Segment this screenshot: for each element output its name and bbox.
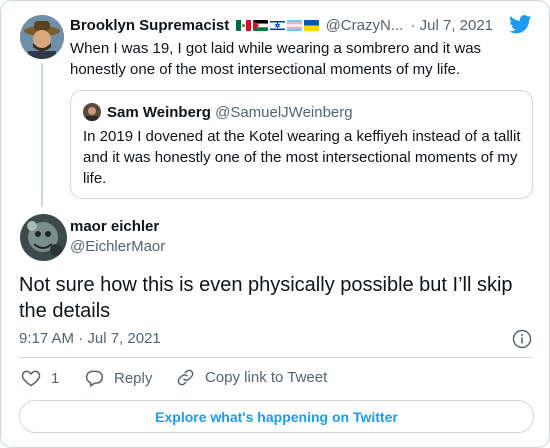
- reply-display-name[interactable]: maor eichler: [70, 218, 159, 235]
- like-action[interactable]: 1: [21, 368, 59, 388]
- transgender-flag-icon: [287, 20, 303, 31]
- thread-line: [41, 63, 43, 207]
- parent-handle[interactable]: @CrazyN...: [326, 17, 404, 34]
- mexico-flag-icon: [236, 20, 252, 31]
- reply-handle[interactable]: @EichlerMaor: [70, 238, 165, 255]
- reply-label: Reply: [114, 369, 153, 387]
- divider: [19, 357, 532, 358]
- link-icon: [177, 369, 194, 386]
- quoted-tweet-text: In 2019 I dovened at the Kotel wearing a…: [83, 128, 521, 187]
- parent-date[interactable]: Jul 7, 2021: [420, 17, 493, 34]
- quoted-header: Sam Weinberg @SamuelJWeinberg: [107, 103, 353, 122]
- quoted-avatar[interactable]: [83, 103, 101, 121]
- explore-twitter-button[interactable]: Explore what's happening on Twitter: [19, 400, 534, 433]
- copy-link-action[interactable]: Copy link to Tweet: [176, 368, 327, 387]
- like-count: 1: [51, 369, 60, 387]
- quoted-tweet[interactable]: Sam Weinberg @SamuelJWeinberg In 2019 I …: [70, 90, 533, 199]
- reply-tweet-text: Not sure how this is even physically pos…: [19, 274, 513, 322]
- ukraine-flag-icon: [304, 20, 320, 31]
- palestine-flag-icon: [253, 20, 269, 31]
- quoted-handle: @SamuelJWeinberg: [215, 104, 353, 121]
- heart-icon: [21, 370, 41, 387]
- parent-flags: [236, 17, 325, 34]
- twitter-logo-icon[interactable]: [509, 15, 532, 39]
- reply-bubble-icon: [85, 370, 104, 387]
- parent-header: Brooklyn Supremacist @CrazyN... · Jul 7,…: [70, 16, 493, 36]
- quoted-display-name: Sam Weinberg: [107, 104, 211, 121]
- parent-avatar[interactable]: [20, 15, 64, 59]
- israel-flag-icon: [270, 20, 286, 31]
- reply-action[interactable]: Reply: [84, 368, 152, 388]
- reply-avatar[interactable]: [20, 214, 67, 261]
- parent-separator: ·: [410, 17, 416, 34]
- embedded-tweet-card: Brooklyn Supremacist @CrazyN... · Jul 7,…: [0, 0, 550, 448]
- reply-timestamp[interactable]: 9:17 AM · Jul 7, 2021: [19, 330, 161, 347]
- info-icon[interactable]: [512, 329, 532, 354]
- parent-display-name[interactable]: Brooklyn Supremacist: [70, 17, 229, 34]
- copy-link-label: Copy link to Tweet: [205, 369, 328, 386]
- parent-tweet-text: When I was 19, I got laid while wearing …: [70, 40, 482, 78]
